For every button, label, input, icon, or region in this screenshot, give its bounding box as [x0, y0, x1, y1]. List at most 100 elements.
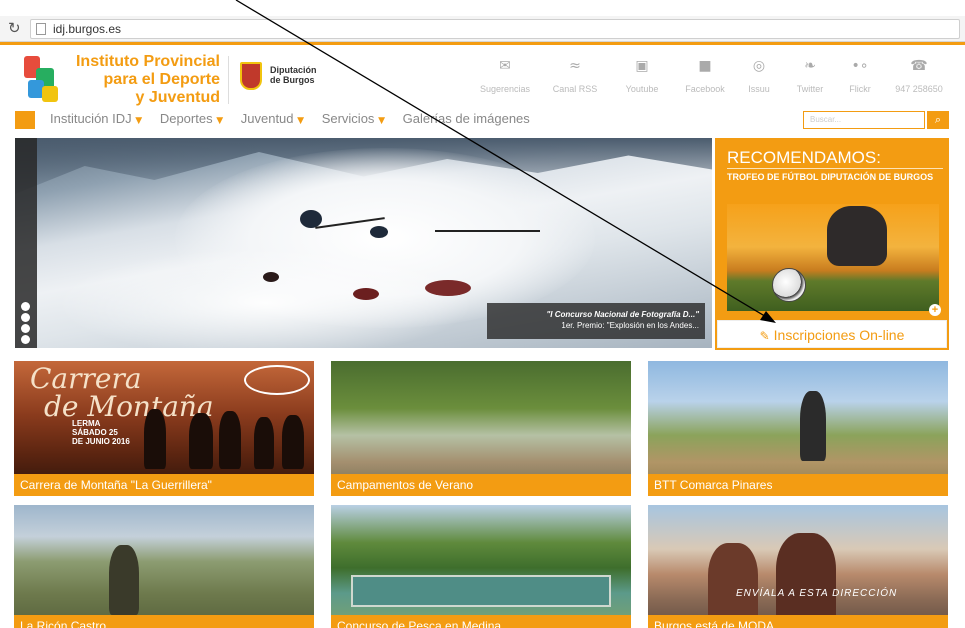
header-accent-line — [0, 42, 965, 45]
carrera-line-2: de Montaña — [44, 390, 214, 423]
slider-dot[interactable] — [21, 335, 30, 344]
search-icon[interactable]: ⌕ — [927, 111, 949, 129]
hero-caption[interactable]: "I Concurso Nacional de Fotografía D..."… — [487, 303, 705, 339]
nav-label: Servicios — [321, 111, 375, 126]
social-label: Canal RSS — [552, 84, 598, 94]
search-input[interactable]: Buscar... — [803, 111, 925, 129]
tile-label: Burgos está de MODA — [648, 615, 948, 628]
browser-address-bar: ↻ idj.burgos.es — [0, 16, 965, 42]
social-label: Youtube — [625, 84, 659, 94]
hero-snow-ground — [55, 248, 475, 348]
skier-boot — [425, 280, 471, 296]
url-field[interactable]: idj.burgos.es — [30, 19, 960, 39]
social-link-sugerencias[interactable]: ✉ Sugerencias — [470, 58, 540, 98]
hiker-figure — [109, 545, 139, 615]
chevron-down-icon: ▼ — [216, 116, 224, 126]
social-label: Flickr — [849, 84, 871, 94]
social-label: Twitter — [796, 84, 824, 94]
facebook-icon: ■ — [698, 58, 712, 74]
site-logo-text[interactable]: Instituto Provincial para el Deporte y J… — [60, 53, 220, 107]
nav-label: Deportes — [159, 111, 213, 126]
social-link-flickr[interactable]: •∘ Flickr — [842, 58, 878, 98]
nav-label: Institución IDJ — [50, 111, 132, 126]
nav-label: Juventud — [240, 111, 294, 126]
girl-figure — [776, 533, 836, 623]
inscripciones-button[interactable]: ✎ Inscripciones On-line — [717, 320, 947, 348]
social-label: Facebook — [685, 84, 725, 94]
nav-item-servicios[interactable]: Servicios ▼ — [322, 111, 385, 126]
hero-caption-subtitle: 1er. Premio: "Explosión en los Andes... — [561, 321, 699, 330]
social-label: 947 258650 — [895, 84, 943, 94]
logo-divider — [228, 56, 229, 104]
lerma-line-2: SÁBADO 25 — [72, 428, 118, 437]
cyclist-figure — [800, 391, 826, 461]
runner-silhouette — [189, 413, 213, 469]
reload-icon[interactable]: ↻ — [8, 19, 21, 37]
runner-silhouette — [254, 417, 274, 469]
recomendamos-subtitle[interactable]: TROFEO DE FÚTBOL DIPUTACIÓN DE BURGOS — [727, 172, 937, 183]
skier-boot — [263, 272, 279, 282]
pond-water — [351, 575, 611, 607]
flickr-icon: •∘ — [851, 58, 869, 74]
nav-label: Galerías de imágenes — [402, 111, 530, 126]
girl-figure — [708, 543, 758, 623]
nav-item-institucion[interactable]: Institución IDJ ▼ — [50, 111, 142, 126]
issuu-icon: ◎ — [752, 58, 766, 74]
slider-dot[interactable] — [21, 313, 30, 322]
tile-concurso-pesca[interactable]: Concurso de Pesca en Medina — [331, 505, 631, 628]
hero-caption-title: "I Concurso Nacional de Fotografía D..." — [546, 310, 700, 319]
football-ball — [772, 268, 806, 302]
nav-item-deportes[interactable]: Deportes ▼ — [160, 111, 223, 126]
social-link-rss[interactable]: ≈ Canal RSS — [550, 58, 600, 98]
recomendamos-rule — [727, 168, 943, 169]
pencil-icon: ✎ — [759, 329, 770, 343]
main-nav: Institución IDJ ▼ Deportes ▼ Juventud ▼ … — [50, 111, 544, 129]
tile-label: BTT Comarca Pinares — [648, 474, 948, 496]
plus-icon[interactable]: + — [929, 304, 941, 316]
youtube-icon: ▣ — [635, 58, 649, 74]
slider-pagination — [21, 302, 31, 346]
logo-line-1: Instituto Provincial — [75, 53, 220, 70]
slider-dot[interactable] — [21, 302, 30, 311]
nav-home-marker[interactable] — [15, 111, 35, 129]
tile-campamentos-verano[interactable]: Campamentos de Verano — [331, 361, 631, 496]
social-label: Sugerencias — [479, 84, 531, 94]
tile-label: Concurso de Pesca en Medina — [331, 615, 631, 628]
runner-silhouette — [144, 409, 166, 469]
tile-btt-pinares[interactable]: BTT Comarca Pinares — [648, 361, 948, 496]
social-link-twitter[interactable]: ❧ Twitter — [788, 58, 832, 98]
tile-ricon-castro[interactable]: La Ricón Castro — [14, 505, 314, 628]
tile-label: La Ricón Castro — [14, 615, 314, 628]
la-guerrillera-badge — [244, 365, 310, 395]
page-icon — [36, 23, 46, 35]
social-link-facebook[interactable]: ■ Facebook — [680, 58, 730, 98]
nav-item-galerias[interactable]: Galerías de imágenes — [403, 111, 530, 126]
social-label: Issuu — [748, 84, 770, 94]
tile-label: Carrera de Montaña "La Guerrillera" — [14, 474, 314, 496]
social-link-youtube[interactable]: ▣ Youtube — [619, 58, 665, 98]
ski-pole — [435, 230, 540, 232]
diputacion-logo-text[interactable]: Diputación de Burgos — [270, 65, 317, 85]
diputacion-line-2: de Burgos — [270, 75, 315, 85]
carrera-line-1: Carrera — [30, 362, 142, 395]
url-text[interactable]: idj.burgos.es — [53, 22, 121, 36]
page: ↻ idj.burgos.es Instituto Provincial par… — [0, 0, 965, 628]
lerma-date-art: LERMA SÁBADO 25 DE JUNIO 2016 — [72, 419, 130, 446]
football-image[interactable] — [727, 204, 939, 311]
skier-figure — [370, 226, 388, 238]
moda-overlay-text: ENVÍALA A ESTA DIRECCIÓN — [736, 588, 898, 599]
twitter-icon: ❧ — [804, 58, 816, 74]
chevron-down-icon: ▼ — [135, 116, 143, 126]
recomendamos-title: RECOMENDAMOS: — [727, 148, 881, 167]
social-link-phone[interactable]: ☎ 947 258650 — [886, 58, 952, 98]
diputacion-crest-icon[interactable] — [240, 62, 262, 90]
idj-logo-icon[interactable] — [22, 54, 62, 106]
runner-silhouette — [219, 411, 241, 469]
nav-item-juventud[interactable]: Juventud ▼ — [241, 111, 304, 126]
slider-dot[interactable] — [21, 324, 30, 333]
logo-line-3: y Juventud — [135, 89, 220, 106]
inscripciones-label: Inscripciones On-line — [773, 327, 905, 343]
tile-burgos-moda[interactable]: ENVÍALA A ESTA DIRECCIÓN Burgos está de … — [648, 505, 948, 628]
tile-carrera-montana[interactable]: Carrera de Montaña LERMA SÁBADO 25 DE JU… — [14, 361, 314, 496]
social-link-issuu[interactable]: ◎ Issuu — [742, 58, 776, 98]
